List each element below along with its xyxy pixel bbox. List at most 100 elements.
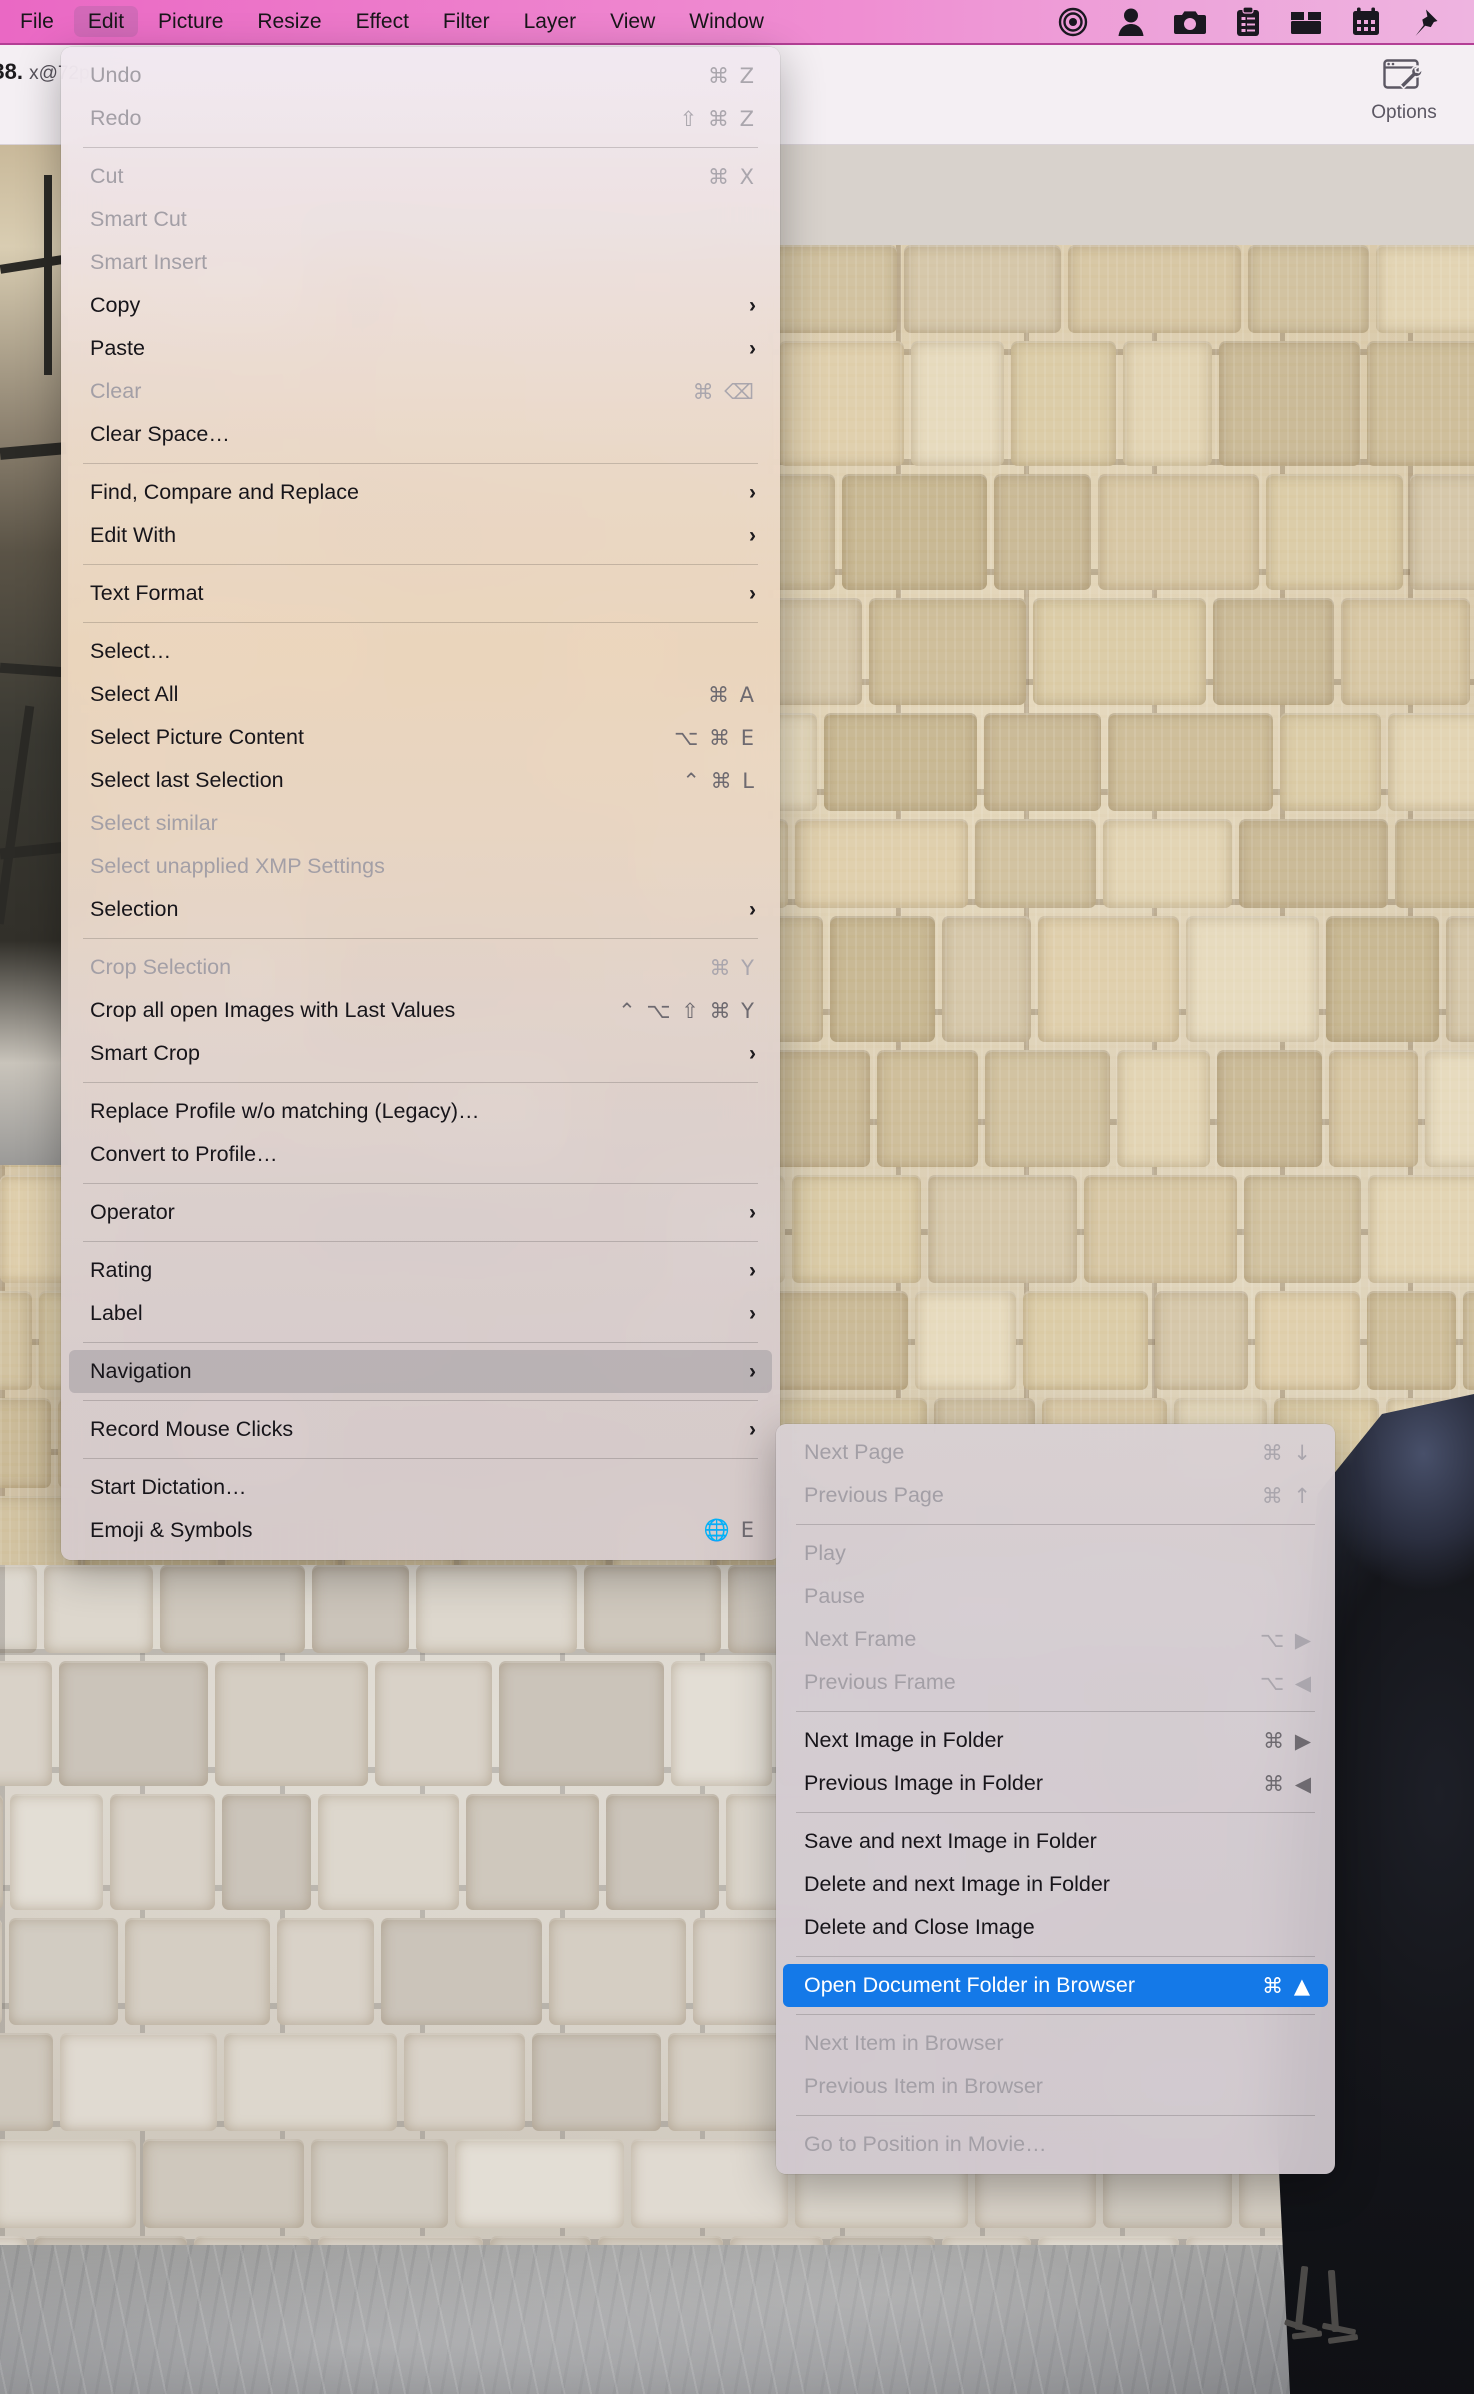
- menu-item-shortcut: ⌘ X: [707, 164, 756, 189]
- menu-item-next-frame: Next Frame ⌥ ▶: [776, 1618, 1335, 1661]
- menu-item-label: Convert to Profile…: [90, 1142, 278, 1166]
- target-icon[interactable]: [1058, 7, 1088, 37]
- menu-item-label: Next Frame: [804, 1627, 917, 1651]
- menu-item-clear: Clear ⌘ ⌫: [61, 370, 780, 413]
- menu-item-emoji-symbols[interactable]: Emoji & Symbols 🌐 E: [61, 1509, 780, 1552]
- menu-separator: [83, 147, 758, 148]
- menu-item-label: Paste: [90, 336, 145, 360]
- menu-item-delete-and-next-image-in-folder[interactable]: Delete and next Image in Folder: [776, 1863, 1335, 1906]
- menu-item-select-picture-content[interactable]: Select Picture Content ⌥ ⌘ E: [61, 716, 780, 759]
- chevron-right-icon: ›: [749, 1301, 756, 1325]
- menu-bar-item-window[interactable]: Window: [675, 6, 778, 37]
- menu-item-shortcut: ⌘ ▲: [1262, 1973, 1312, 1998]
- menu-bar-item-view[interactable]: View: [596, 6, 669, 37]
- menu-item-shortcut: ⌥ ◀: [1259, 1670, 1313, 1695]
- menu-item-label: Select All: [90, 682, 179, 706]
- chevron-right-icon: ›: [749, 1041, 756, 1065]
- menu-bar-status-icons: [1058, 6, 1474, 37]
- menu-bar-item-effect[interactable]: Effect: [342, 6, 423, 37]
- menu-item-crop-all-open-images-with-last-values[interactable]: Crop all open Images with Last Values ⌃ ⌥…: [61, 989, 780, 1032]
- menu-separator: [83, 1241, 758, 1242]
- menu-item-shortcut: ⇧ ⌘ Z: [679, 106, 756, 131]
- menu-item-previous-item-in-browser: Previous Item in Browser: [776, 2065, 1335, 2108]
- chevron-right-icon: ›: [749, 480, 756, 504]
- menu-item-label: Select last Selection: [90, 768, 284, 792]
- menu-item-previous-image-in-folder[interactable]: Previous Image in Folder ⌘ ◀: [776, 1762, 1335, 1805]
- menu-item-open-document-folder-in-browser[interactable]: Open Document Folder in Browser ⌘ ▲: [783, 1964, 1328, 2007]
- menu-item-select[interactable]: Select…: [61, 630, 780, 673]
- menu-item-shortcut: ⌘ A: [707, 682, 756, 707]
- edit-dropdown-menu[interactable]: Undo ⌘ Z Redo ⇧ ⌘ Z Cut ⌘ X Smart Cut Smart Ins…: [61, 47, 780, 1560]
- options-button[interactable]: Options: [1356, 57, 1452, 124]
- menu-item-label: Find, Compare and Replace: [90, 480, 359, 504]
- box-icon[interactable]: [1290, 8, 1322, 36]
- menu-item-shortcut: ⌘ ◀: [1263, 1771, 1313, 1796]
- menu-separator: [796, 1812, 1315, 1813]
- person-icon[interactable]: [1118, 7, 1144, 37]
- menu-item-smart-insert: Smart Insert: [61, 241, 780, 284]
- menu-item-label: Select similar: [90, 811, 218, 835]
- menu-item-redo: Redo ⇧ ⌘ Z: [61, 97, 780, 140]
- menu-bar-item-picture[interactable]: Picture: [144, 6, 237, 37]
- menu-item-label: Crop Selection: [90, 955, 232, 979]
- menu-bar-item-filter[interactable]: Filter: [429, 6, 504, 37]
- menu-item-delete-and-close-image[interactable]: Delete and Close Image: [776, 1906, 1335, 1949]
- menu-item-label: Next Item in Browser: [804, 2031, 1004, 2055]
- camera-icon[interactable]: [1174, 8, 1206, 36]
- menu-item-shortcut: ⌘ ↑: [1261, 1483, 1313, 1508]
- menu-item-next-page: Next Page ⌘ ↓: [776, 1431, 1335, 1474]
- menu-item-select-last-selection[interactable]: Select last Selection ⌃ ⌘ L: [61, 759, 780, 802]
- menu-item-label: Previous Image in Folder: [804, 1771, 1043, 1795]
- menu-item-label: Select unapplied XMP Settings: [90, 854, 385, 878]
- menu-item-record-mouse-clicks[interactable]: Record Mouse Clicks ›: [61, 1408, 780, 1451]
- document-title: 3.38.: [0, 59, 23, 84]
- menu-item-copy[interactable]: Copy ›: [61, 284, 780, 327]
- menu-item-shortcut: ⌘ Z: [707, 63, 756, 88]
- menu-separator: [83, 1183, 758, 1184]
- chevron-right-icon: ›: [749, 523, 756, 547]
- menu-item-smart-crop[interactable]: Smart Crop ›: [61, 1032, 780, 1075]
- navigation-submenu[interactable]: Next Page ⌘ ↓ Previous Page ⌘ ↑ Play Pause Nex…: [776, 1424, 1335, 2174]
- menu-item-label: Play: [804, 1541, 846, 1565]
- menu-item-label: Navigation: [90, 1359, 192, 1383]
- menu-item-convert-to-profile[interactable]: Convert to Profile…: [61, 1133, 780, 1176]
- menu-separator: [83, 938, 758, 939]
- menu-separator: [83, 1400, 758, 1401]
- menu-item-shortcut: ⌥ ▶: [1259, 1627, 1313, 1652]
- menu-item-edit-with[interactable]: Edit With ›: [61, 514, 780, 557]
- menu-item-smart-cut: Smart Cut: [61, 198, 780, 241]
- menu-item-select-all[interactable]: Select All ⌘ A: [61, 673, 780, 716]
- menu-item-shortcut: ⌘ ▶: [1263, 1728, 1313, 1753]
- chevron-right-icon: ›: [749, 581, 756, 605]
- menu-item-next-image-in-folder[interactable]: Next Image in Folder ⌘ ▶: [776, 1719, 1335, 1762]
- menu-item-selection[interactable]: Selection ›: [61, 888, 780, 931]
- menu-item-clear-space[interactable]: Clear Space…: [61, 413, 780, 456]
- menu-item-select-unapplied-xmp-settings: Select unapplied XMP Settings: [61, 845, 780, 888]
- options-window-wrench-icon: [1383, 59, 1423, 90]
- menu-item-paste[interactable]: Paste ›: [61, 327, 780, 370]
- menu-separator: [796, 2115, 1315, 2116]
- menu-item-label: Next Page: [804, 1440, 905, 1464]
- menu-item-save-and-next-image-in-folder[interactable]: Save and next Image in Folder: [776, 1820, 1335, 1863]
- menu-item-label: Cut: [90, 164, 124, 188]
- raven-legs: [1278, 2265, 1388, 2376]
- menu-bar-item-edit[interactable]: Edit: [73, 6, 139, 37]
- calendar-icon[interactable]: [1352, 7, 1380, 37]
- menu-item-rating[interactable]: Rating ›: [61, 1249, 780, 1292]
- menu-item-label: Text Format: [90, 581, 204, 605]
- menu-item-play: Play: [776, 1532, 1335, 1575]
- menu-item-label: Clear Space…: [90, 422, 230, 446]
- menu-item-start-dictation[interactable]: Start Dictation…: [61, 1466, 780, 1509]
- menu-bar-item-file[interactable]: File: [6, 6, 68, 37]
- pushpin-icon[interactable]: [1410, 7, 1440, 37]
- clipboard-icon[interactable]: [1236, 6, 1260, 37]
- menu-item-label[interactable]: Label ›: [61, 1292, 780, 1335]
- menu-item-label: Select Picture Content: [90, 725, 304, 749]
- menu-item-text-format[interactable]: Text Format ›: [61, 572, 780, 615]
- menu-bar-item-resize[interactable]: Resize: [243, 6, 335, 37]
- menu-item-find-compare-and-replace[interactable]: Find, Compare and Replace ›: [61, 471, 780, 514]
- menu-item-navigation[interactable]: Navigation ›: [69, 1350, 772, 1393]
- menu-item-replace-profile-w-o-matching-legacy[interactable]: Replace Profile w/o matching (Legacy)…: [61, 1090, 780, 1133]
- menu-bar-item-layer[interactable]: Layer: [510, 6, 591, 37]
- menu-item-operator[interactable]: Operator ›: [61, 1191, 780, 1234]
